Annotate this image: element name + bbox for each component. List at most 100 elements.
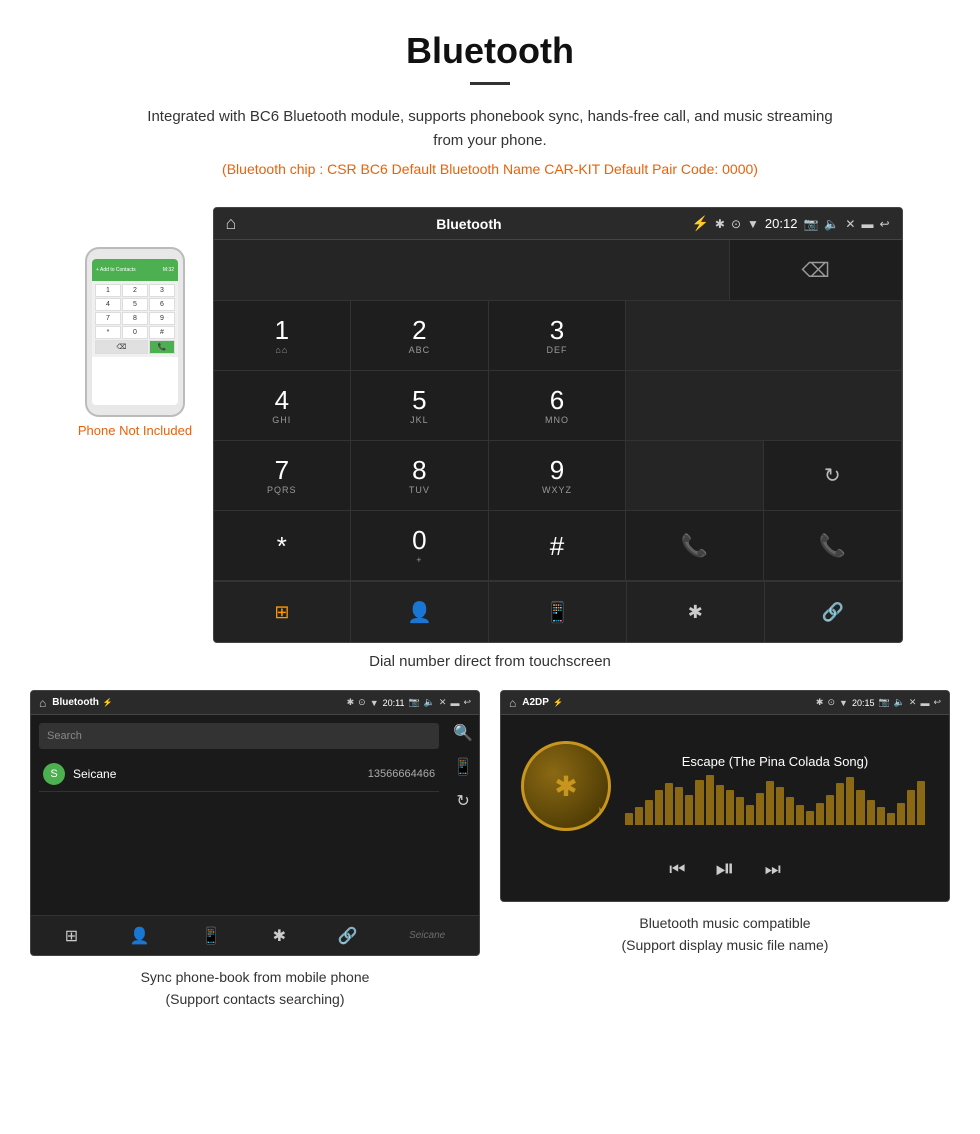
music-block: ⌂ A2DP ⚡ ✱ ⊙ ▼ 20:15 📷 🔈 ✕ ▬ ↩ (500, 690, 950, 1011)
key-0[interactable]: 0 + (351, 511, 489, 581)
bluetooth-button[interactable]: ✱ (627, 582, 765, 642)
phone-key-8: 8 (122, 312, 148, 325)
phone-screen-header: + Add to Contacts M:32 (92, 259, 178, 281)
statusbar-time: 20:12 (765, 216, 798, 231)
key-4[interactable]: 4 GHI (214, 371, 352, 441)
key-7[interactable]: 7 PQRS (214, 441, 352, 511)
key-1[interactable]: 1 ⌂⌂ (214, 301, 352, 371)
search-placeholder: Search (47, 730, 82, 742)
phone-key-1: 1 (95, 284, 121, 297)
location-icon: ⊙ (731, 217, 741, 231)
empty-cell-3 (626, 441, 764, 511)
music-statusbar-right: ✱ ⊙ ▼ 20:15 📷 🔈 ✕ ▬ ↩ (816, 697, 941, 708)
pb-loc-icon: ⊙ (358, 697, 366, 708)
contact-phone: 13566664466 (368, 768, 435, 780)
phone-keypad: 1 2 3 4 5 6 7 8 9 * 0 # ⌫ 📞 (92, 281, 178, 357)
next-track-button[interactable]: ⏭ (765, 859, 781, 880)
dialpad-row-2: 4 GHI 5 JKL 6 MNO (214, 371, 902, 441)
music-loc-icon: ⊙ (827, 697, 835, 708)
phone-screen: + Add to Contacts M:32 1 2 3 4 5 6 7 8 9… (92, 259, 178, 405)
music-bt-icon: ✱ (816, 697, 824, 708)
phonebook-block: ⌂ Bluetooth ⚡ ✱ ⊙ ▼ 20:11 📷 🔈 ✕ ▬ ↩ (30, 690, 480, 1011)
reload-side-icon[interactable]: ↻ (456, 791, 469, 811)
title-divider (470, 82, 510, 85)
search-bar[interactable]: Search (39, 723, 439, 749)
album-art: ✱ ♪ (521, 741, 611, 831)
pb-bluetooth-icon[interactable]: ✱ (273, 926, 286, 946)
prev-track-button[interactable]: ⏮ (669, 859, 685, 880)
phone-key-2: 2 (122, 284, 148, 297)
reload-button[interactable]: ↻ (764, 441, 902, 511)
phone-icon: 📱 (545, 600, 570, 625)
key-3[interactable]: 3 DEF (489, 301, 627, 371)
bluetooth-icon: ✱ (688, 602, 703, 623)
bluetooth-status-icon: ✱ (715, 217, 725, 231)
key-2[interactable]: 2 ABC (351, 301, 489, 371)
dialpad-row-3: 7 PQRS 8 TUV 9 WXYZ ↻ (214, 441, 902, 511)
music-header-row: ✱ ♪ Escape (The Pina Colada Song) (511, 725, 939, 847)
pb-link-icon[interactable]: 🔗 (338, 926, 358, 946)
phone-key-5: 5 (122, 298, 148, 311)
grid-icon: ⊞ (274, 602, 289, 623)
search-side-icon[interactable]: 🔍 (453, 723, 473, 743)
key-star[interactable]: * (214, 511, 352, 581)
phone-image: + Add to Contacts M:32 1 2 3 4 5 6 7 8 9… (85, 247, 185, 417)
key-hash[interactable]: # (489, 511, 627, 581)
call-side-icon[interactable]: 📱 (453, 757, 473, 777)
phone-key-7: 7 (95, 312, 121, 325)
music-x-icon: ✕ (909, 697, 917, 708)
end-call-button[interactable]: 📞 (764, 511, 902, 581)
key-5[interactable]: 5 JKL (351, 371, 489, 441)
android-dial-screen: ⌂ Bluetooth ⚡ ✱ ⊙ ▼ 20:12 📷 🔈 ✕ ▬ ↩ ⌫ (213, 207, 903, 643)
usb-icon: ⚡ (691, 215, 708, 232)
phone-key-back: ⌫ (95, 340, 148, 354)
lower-screens-area: ⌂ Bluetooth ⚡ ✱ ⊙ ▼ 20:11 📷 🔈 ✕ ▬ ↩ (0, 690, 980, 1011)
key-8[interactable]: 8 TUV (351, 441, 489, 511)
link-icon: 🔗 (822, 602, 844, 623)
contacts-button[interactable]: 👤 (351, 582, 489, 642)
pb-home-icon: ⌂ (39, 696, 46, 710)
track-name: Escape (The Pina Colada Song) (621, 754, 929, 769)
pb-person-icon[interactable]: 👤 (130, 926, 150, 946)
dialpad-row-4: * 0 + # 📞 📞 (214, 511, 902, 581)
contact-name: Seicane (73, 767, 368, 781)
reload-icon: ↻ (824, 463, 841, 488)
contact-row[interactable]: S Seicane 13566664466 (39, 757, 439, 792)
music-vol-icon: 🔈 (894, 697, 905, 708)
page-header: Bluetooth Integrated with BC6 Bluetooth … (0, 0, 980, 207)
play-pause-button[interactable]: ⏯ (715, 855, 734, 883)
call-button[interactable]: 📞 (626, 511, 764, 581)
pb-sig-icon: ▼ (370, 698, 379, 708)
contact-avatar: S (43, 763, 65, 785)
link-button[interactable]: 🔗 (765, 582, 902, 642)
music-body: ✱ ♪ Escape (The Pina Colada Song) ⏮ ⏯ ⏭ (501, 715, 949, 901)
pb-grid-icon[interactable]: ⊞ (65, 926, 78, 946)
dial-statusbar: ⌂ Bluetooth ⚡ ✱ ⊙ ▼ 20:12 📷 🔈 ✕ ▬ ↩ (214, 208, 902, 240)
main-screen-area: + Add to Contacts M:32 1 2 3 4 5 6 7 8 9… (0, 207, 980, 643)
call-icon: 📞 (681, 533, 708, 559)
phone-key-hash: # (149, 326, 175, 339)
dialpad-row-1: 1 ⌂⌂ 2 ABC 3 DEF (214, 301, 902, 371)
display-row: ⌫ (214, 240, 902, 301)
pb-x-icon: ✕ (439, 697, 447, 708)
phone-button[interactable]: 📱 (489, 582, 627, 642)
phonebook-screen: ⌂ Bluetooth ⚡ ✱ ⊙ ▼ 20:11 📷 🔈 ✕ ▬ ↩ (30, 690, 480, 956)
equalizer (621, 775, 929, 825)
phone-key-6: 6 (149, 298, 175, 311)
seicane-watermark: Seicane (409, 930, 445, 941)
music-note-icon: ♪ (596, 802, 603, 818)
end-call-icon: 📞 (818, 533, 845, 559)
pb-statusbar-title: Bluetooth (52, 697, 99, 708)
phone-mockup: + Add to Contacts M:32 1 2 3 4 5 6 7 8 9… (78, 247, 193, 438)
pb-vol-icon: 🔈 (424, 697, 435, 708)
dialpad-toggle-button[interactable]: ⊞ (214, 582, 352, 642)
phone-screen-text: + Add to Contacts (96, 267, 136, 273)
backspace-button[interactable]: ⌫ (730, 240, 902, 300)
music-sig-icon: ▼ (839, 698, 848, 708)
key-6[interactable]: 6 MNO (489, 371, 627, 441)
key-9[interactable]: 9 WXYZ (489, 441, 627, 511)
empty-cell-2 (626, 371, 901, 441)
pb-phone-icon[interactable]: 📱 (201, 926, 221, 946)
pb-back-icon: ↩ (463, 697, 471, 708)
phone-key-3: 3 (149, 284, 175, 297)
